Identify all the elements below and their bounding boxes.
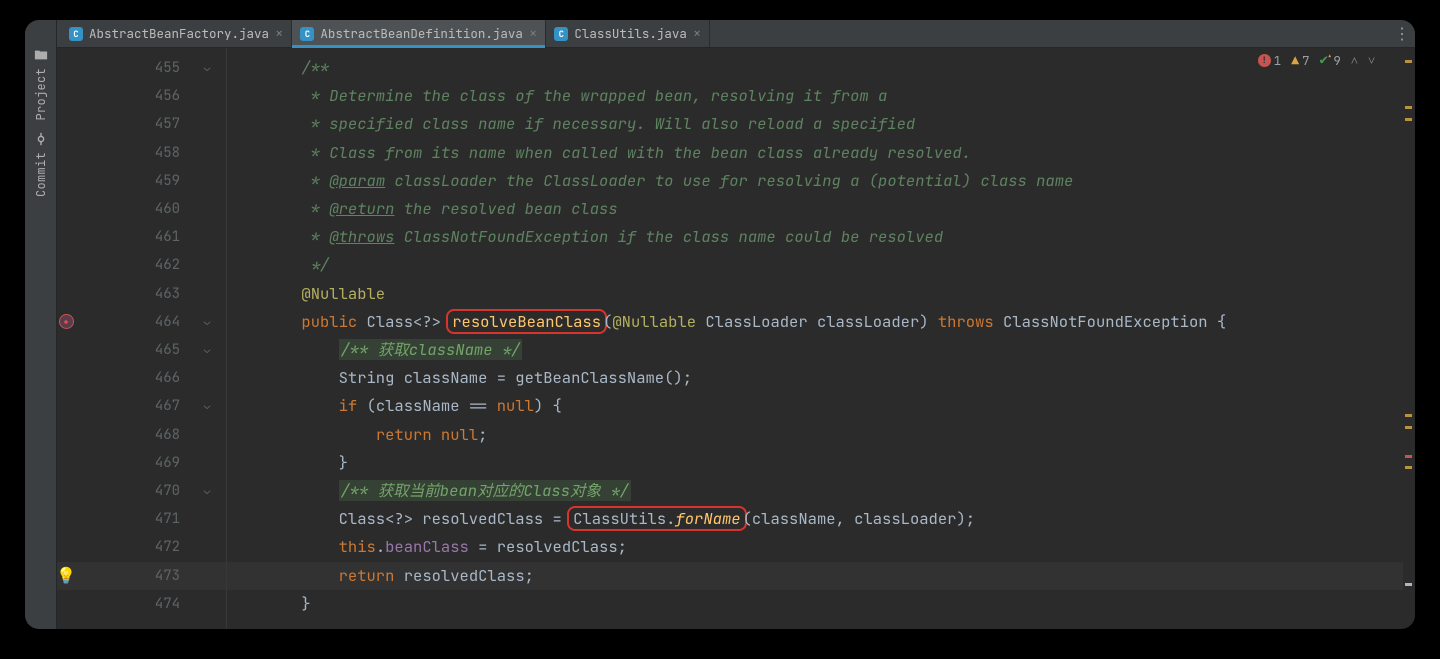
fold-toggle[interactable]: ⌄ — [198, 477, 216, 505]
breakpoint-gutter[interactable]: 💡 — [57, 562, 75, 590]
breakpoint-gutter[interactable] — [57, 314, 75, 329]
fold-toggle[interactable]: ⌄ — [198, 336, 216, 364]
prev-highlight-button[interactable]: ˄ — [1351, 52, 1358, 69]
code-line[interactable]: * Class from its name when called with t… — [227, 139, 971, 167]
code-line[interactable]: return resolvedClass; — [227, 562, 534, 590]
code-line[interactable]: * @param classLoader the ClassLoader to … — [227, 167, 1073, 195]
tab-label: ClassUtils.java — [574, 25, 687, 42]
line-number[interactable]: 458 — [75, 139, 198, 167]
folder-icon — [34, 48, 48, 62]
next-highlight-button[interactable]: ˅ — [1368, 52, 1375, 69]
error-stripe[interactable] — [1403, 48, 1415, 629]
line-number[interactable]: 459 — [75, 167, 198, 195]
method-name-resolveBeanClass: resolveBeanClass — [446, 309, 607, 334]
line-number[interactable]: 468 — [75, 421, 198, 449]
line-number[interactable]: 470 — [75, 477, 198, 505]
line-number[interactable]: 464 — [75, 308, 198, 336]
fold-toggle[interactable]: ⌄ — [198, 308, 216, 336]
tool-window-project[interactable]: Project — [25, 48, 57, 121]
main-area: C AbstractBeanFactory.java × C AbstractBeanD… — [57, 20, 1415, 629]
error-stripe-marker[interactable] — [1405, 583, 1412, 586]
line-number[interactable]: 455 — [75, 54, 198, 82]
method-breakpoint-icon[interactable] — [59, 314, 74, 329]
tabs-overflow-button[interactable]: ⋮ — [1389, 20, 1415, 47]
line-number[interactable]: 462 — [75, 251, 198, 279]
code-line[interactable]: /** — [227, 54, 329, 82]
line-number[interactable]: 465 — [75, 336, 198, 364]
error-stripe-marker[interactable] — [1405, 466, 1412, 469]
code-line[interactable]: this.beanClass = resolvedClass; — [227, 533, 627, 561]
code-line[interactable]: /** 获取当前bean对应的Class对象 */ — [227, 477, 631, 505]
line-number[interactable]: 467 — [75, 392, 198, 420]
ide-window: Project Commit C AbstractBeanFactory.java ×… — [25, 20, 1415, 629]
line-number[interactable]: 463 — [75, 280, 198, 308]
editor-tab[interactable]: C AbstractBeanDefinition.java × — [292, 20, 546, 47]
code-line[interactable]: * @throws ClassNotFoundException if the … — [227, 223, 943, 251]
tab-label: AbstractBeanDefinition.java — [320, 25, 523, 42]
line-number[interactable]: 456 — [75, 82, 198, 110]
close-tab-button[interactable]: × — [275, 27, 283, 41]
gutter[interactable]: 455⌄456457458459460461462463464⌄465⌄4664… — [57, 48, 227, 629]
code-area[interactable]: /** * Determine the class of the wrapped… — [227, 48, 1415, 629]
code-line[interactable]: @Nullable — [227, 280, 385, 308]
line-number[interactable]: 457 — [75, 110, 198, 138]
inspections-widget[interactable]: !1 ▲7 ✔▴9 ˄ ˅ — [1258, 51, 1375, 69]
errors-count[interactable]: !1 — [1258, 52, 1282, 69]
code-line[interactable]: String className = getBeanClassName(); — [227, 364, 692, 392]
line-number[interactable]: 473 — [75, 562, 198, 590]
line-number[interactable]: 469 — [75, 449, 198, 477]
java-class-icon: C — [554, 27, 568, 41]
tool-window-label: Commit — [33, 152, 49, 197]
line-number[interactable]: 461 — [75, 223, 198, 251]
tool-window-commit[interactable]: Commit — [25, 132, 57, 197]
commit-icon — [34, 132, 48, 146]
error-stripe-marker[interactable] — [1405, 414, 1412, 417]
error-stripe-marker[interactable] — [1405, 455, 1412, 458]
close-tab-button[interactable]: × — [693, 27, 701, 41]
intention-bulb-icon[interactable]: 💡 — [56, 562, 76, 590]
code-line[interactable]: if (className == null) { — [227, 392, 562, 420]
tab-label: AbstractBeanFactory.java — [89, 25, 269, 42]
java-class-icon: C — [69, 27, 83, 41]
line-number[interactable]: 471 — [75, 505, 198, 533]
java-class-icon: C — [300, 27, 314, 41]
error-stripe-marker[interactable] — [1405, 106, 1412, 109]
fold-toggle[interactable]: ⌄ — [198, 392, 216, 420]
weak-warnings-count[interactable]: ✔▴9 — [1320, 51, 1341, 69]
code-line[interactable]: } — [227, 449, 348, 477]
code-line[interactable]: * Determine the class of the wrapped bea… — [227, 82, 887, 110]
warnings-count[interactable]: ▲7 — [1291, 52, 1309, 69]
line-number[interactable]: 474 — [75, 590, 198, 618]
error-stripe-marker[interactable] — [1405, 426, 1412, 429]
editor-tabs: C AbstractBeanFactory.java × C AbstractBeanD… — [57, 20, 1415, 48]
close-tab-button[interactable]: × — [529, 27, 537, 41]
editor: 455⌄456457458459460461462463464⌄465⌄4664… — [57, 48, 1415, 629]
error-stripe-marker[interactable] — [1405, 60, 1412, 63]
line-number[interactable]: 472 — [75, 533, 198, 561]
code-line[interactable]: } — [227, 590, 311, 618]
error-stripe-marker[interactable] — [1405, 118, 1412, 121]
code-line[interactable]: */ — [227, 251, 329, 279]
editor-tab[interactable]: C AbstractBeanFactory.java × — [61, 20, 292, 47]
line-number[interactable]: 466 — [75, 364, 198, 392]
code-line[interactable]: * specified class name if necessary. Wil… — [227, 110, 915, 138]
line-number[interactable]: 460 — [75, 195, 198, 223]
code-line[interactable]: * @return the resolved bean class — [227, 195, 618, 223]
call-classutils-forname: ClassUtils.forName — [567, 506, 746, 531]
code-line[interactable]: /** 获取className */ — [227, 336, 522, 364]
fold-toggle[interactable]: ⌄ — [198, 54, 216, 82]
tool-window-label: Project — [33, 68, 49, 121]
code-line[interactable]: return null; — [227, 421, 487, 449]
tool-window-stripe: Project Commit — [25, 20, 57, 629]
code-line[interactable]: Class<?> resolvedClass = ClassUtils.forN… — [227, 505, 975, 533]
editor-tab[interactable]: C ClassUtils.java × — [546, 20, 710, 47]
code-line[interactable]: public Class<?> resolveBeanClass(@Nullab… — [227, 308, 1226, 336]
